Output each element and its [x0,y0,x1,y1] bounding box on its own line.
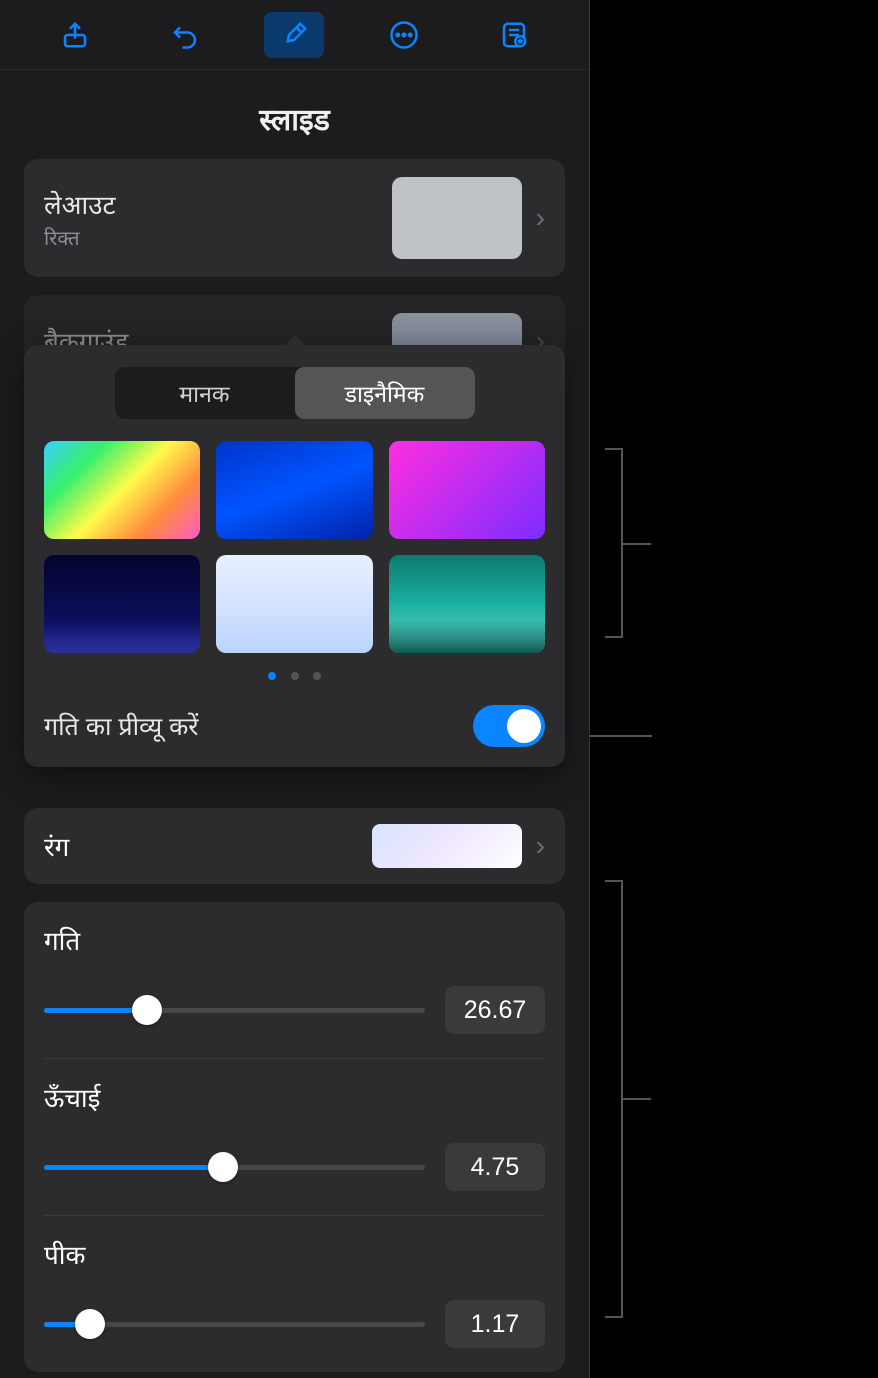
callout-bracket-swatches [605,448,623,638]
color-row[interactable]: रंग › [24,808,565,884]
callout-line-sliders [623,1098,651,1100]
height-slider-block: ऊँचाई 4.75 [44,1059,545,1216]
dynamic-bg-1[interactable] [44,441,200,539]
chevron-right-icon: › [536,830,545,862]
preview-motion-toggle[interactable] [473,705,545,747]
motion-sliders-card: गति 26.67 ऊँचाई 4.75 [24,902,565,1372]
height-slider[interactable] [44,1165,425,1170]
peak-label: पीक [44,1236,545,1272]
segment-dynamic[interactable]: डाइनैमिक [295,367,475,419]
speed-slider[interactable] [44,1008,425,1013]
undo-button[interactable] [155,12,215,58]
speed-slider-block: गति 26.67 [44,902,545,1059]
layout-sublabel: रिक्त [44,224,392,251]
dot-1[interactable] [268,672,276,680]
format-inspector-panel: स्लाइड लेआउट रिक्त › बैकग्राउंड › मानक ड… [0,0,590,1378]
dot-2[interactable] [291,672,299,680]
dynamic-bg-6[interactable] [389,555,545,653]
peak-slider-block: पीक 1.17 [44,1216,545,1372]
preview-motion-row: गति का प्रीव्यू करें [44,705,545,747]
callout-bracket-sliders [605,880,623,1318]
segment-standard[interactable]: मानक [115,367,295,419]
presenter-notes-button[interactable] [484,12,544,58]
peak-slider[interactable] [44,1322,425,1327]
layout-label: लेआउट [44,186,392,222]
more-button[interactable] [374,12,434,58]
dynamic-bg-2[interactable] [216,441,372,539]
layout-thumbnail [392,177,522,259]
speed-label: गति [44,922,545,958]
page-dots [44,667,545,685]
dynamic-bg-4[interactable] [44,555,200,653]
background-type-segmented: मानक डाइनैमिक [115,367,475,419]
dynamic-bg-grid [44,441,545,653]
background-popover: मानक डाइनैमिक गति का प्रीव्यू करें [24,345,565,767]
preview-motion-label: गति का प्रीव्यू करें [44,709,199,743]
color-card: रंग › [24,808,565,884]
height-value[interactable]: 4.75 [445,1143,545,1191]
share-button[interactable] [45,12,105,58]
panel-title: स्लाइड [0,70,589,159]
peak-value[interactable]: 1.17 [445,1300,545,1348]
callout-line-toggle [590,735,652,737]
top-toolbar [0,0,589,70]
height-label: ऊँचाई [44,1079,545,1115]
color-swatch[interactable] [372,824,522,868]
dynamic-bg-3[interactable] [389,441,545,539]
speed-value[interactable]: 26.67 [445,986,545,1034]
callout-line-swatches [623,543,651,545]
chevron-right-icon: › [536,202,545,234]
dynamic-bg-5[interactable] [216,555,372,653]
color-label: रंग [44,828,372,864]
dot-3[interactable] [313,672,321,680]
layout-row[interactable]: लेआउट रिक्त › [24,159,565,277]
format-brush-button[interactable] [264,12,324,58]
